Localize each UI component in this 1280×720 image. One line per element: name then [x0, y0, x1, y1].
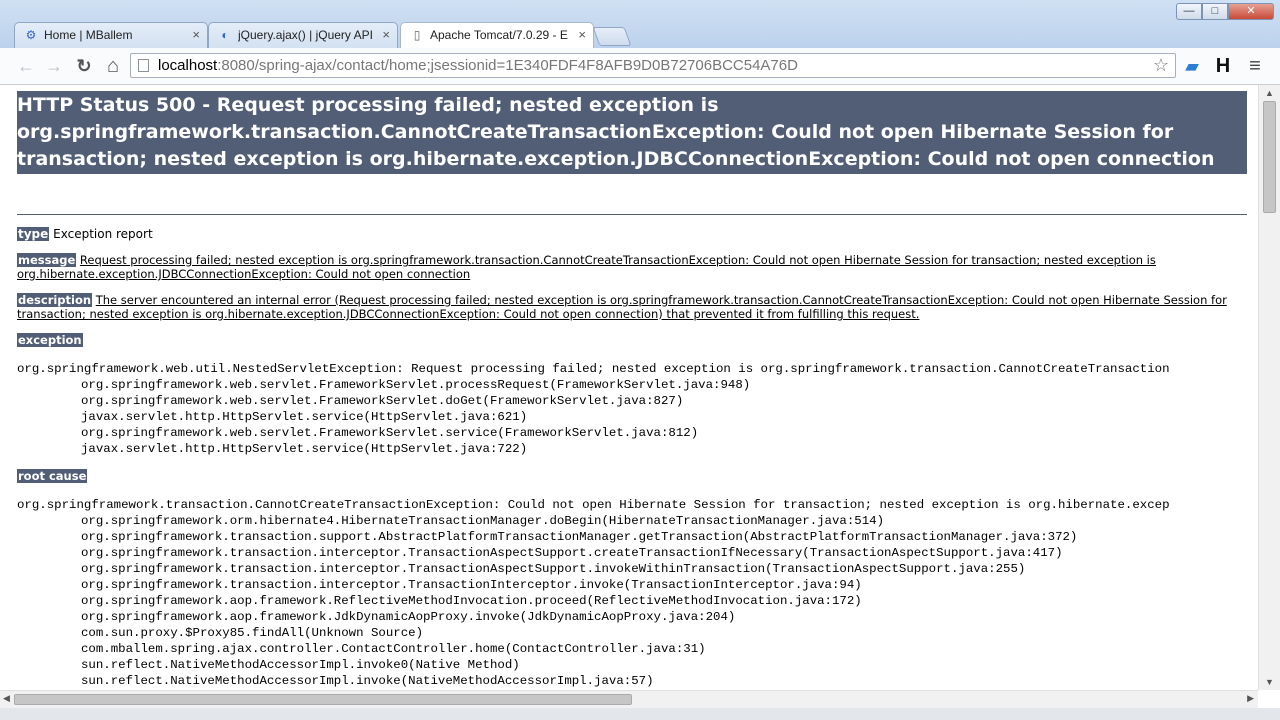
page-icon [138, 59, 149, 72]
back-button[interactable]: ← [14, 55, 38, 77]
close-tab-icon[interactable]: × [192, 22, 200, 48]
trace-line: org.springframework.web.util.NestedServl… [17, 362, 1170, 376]
trace-line: org.springframework.web.servlet.Framewor… [81, 378, 751, 392]
tab-label: Apache Tomcat/7.0.29 - E [430, 28, 568, 42]
vertical-scrollbar[interactable]: ▲ ▼ [1258, 85, 1280, 690]
divider [17, 214, 1247, 215]
description-value: The server encountered an internal error… [17, 293, 1227, 321]
trace-line: org.springframework.transaction.intercep… [81, 578, 862, 592]
jquery-icon: ◐ [221, 28, 229, 42]
bookmark-star-icon[interactable]: ☆ [1153, 54, 1169, 77]
trace-line: org.springframework.transaction.CannotCr… [17, 498, 1170, 512]
close-tab-icon[interactable]: × [382, 22, 390, 48]
tab-home-mballem[interactable]: ⚙ Home | MBallem × [14, 22, 208, 48]
trace-line: sun.reflect.NativeMethodAccessorImpl.inv… [81, 674, 654, 688]
tab-label: jQuery.ajax() | jQuery API [238, 28, 373, 42]
root-cause-heading: root cause [17, 469, 88, 483]
horizontal-scrollbar[interactable]: ◀ ▶ [0, 690, 1258, 708]
trace-line: org.springframework.transaction.support.… [81, 530, 1078, 544]
scroll-left-arrow-icon[interactable]: ◀ [3, 693, 10, 704]
exception-trace: org.springframework.web.util.NestedServl… [17, 361, 1170, 457]
page-content: HTTP Status 500 - Request processing fai… [0, 85, 1258, 690]
trace-line: org.springframework.aop.framework.Reflec… [81, 594, 862, 608]
browser-titlebar: ⚙ Home | MBallem × ◐ jQuery.ajax() | jQu… [0, 0, 1280, 48]
forward-button[interactable]: → [42, 55, 66, 77]
minimize-button[interactable]: — [1176, 3, 1202, 20]
scroll-up-arrow-icon[interactable]: ▲ [1265, 88, 1274, 98]
reload-button[interactable]: ↻ [72, 55, 96, 77]
trace-line: org.springframework.aop.framework.JdkDyn… [81, 610, 736, 624]
type-row: type Exception report [17, 227, 1247, 241]
close-tab-icon[interactable]: × [578, 22, 586, 48]
description-row: description The server encountered an in… [17, 293, 1247, 321]
page-title: HTTP Status 500 - Request processing fai… [17, 91, 1247, 174]
tab-jquery-ajax[interactable]: ◐ jQuery.ajax() | jQuery API × [208, 22, 398, 48]
tab-label: Home | MBallem [44, 28, 133, 42]
message-value: Request processing failed; nested except… [17, 253, 1156, 281]
trace-line: javax.servlet.http.HttpServlet.service(H… [81, 410, 528, 424]
trace-line: org.springframework.web.servlet.Framewor… [81, 394, 684, 408]
horizontal-scroll-thumb[interactable] [14, 694, 632, 705]
new-tab-button[interactable] [592, 27, 632, 46]
trace-line: org.springframework.web.servlet.Framewor… [81, 426, 699, 440]
trace-line: org.springframework.transaction.intercep… [81, 546, 1063, 560]
message-label: message [17, 253, 77, 267]
trace-line: com.sun.proxy.$Proxy85.findAll(Unknown S… [81, 626, 424, 640]
extension-icon[interactable]: ▰ [1180, 54, 1204, 78]
type-label: type [17, 227, 50, 241]
type-value: Exception report [53, 227, 153, 241]
h-extension-icon[interactable]: H [1211, 54, 1235, 78]
page-icon: ▯ [413, 28, 421, 42]
scroll-down-arrow-icon[interactable]: ▼ [1265, 677, 1274, 687]
menu-icon[interactable]: ≡ [1243, 54, 1267, 78]
trace-line: javax.servlet.http.HttpServlet.service(H… [81, 442, 528, 456]
trace-line: sun.reflect.NativeMethodAccessorImpl.inv… [81, 658, 520, 672]
home-button[interactable]: ⌂ [101, 55, 125, 77]
root-cause-trace: org.springframework.transaction.CannotCr… [17, 497, 1170, 689]
message-row: message Request processing failed; neste… [17, 253, 1247, 281]
trace-line: org.springframework.orm.hibernate4.Hiber… [81, 514, 885, 528]
address-bar[interactable]: localhost:8080/spring-ajax/contact/home;… [130, 53, 1176, 78]
trace-line: org.springframework.transaction.intercep… [81, 562, 1026, 576]
trace-line: com.mballem.spring.ajax.controller.Conta… [81, 642, 706, 656]
gear-icon: ⚙ [25, 28, 37, 42]
description-label: description [17, 293, 93, 307]
scroll-right-arrow-icon[interactable]: ▶ [1247, 693, 1254, 704]
close-window-button[interactable]: ✕ [1228, 3, 1274, 20]
maximize-button[interactable]: □ [1202, 3, 1228, 20]
vertical-scroll-thumb[interactable] [1263, 101, 1276, 213]
address-url[interactable]: localhost:8080/spring-ajax/contact/home;… [158, 54, 798, 77]
browser-toolbar: ← → ↻ ⌂ localhost:8080/spring-ajax/conta… [0, 48, 1280, 85]
tab-apache-tomcat[interactable]: ▯ Apache Tomcat/7.0.29 - E × [400, 22, 594, 48]
exception-heading: exception [17, 333, 83, 347]
window-bottom-frame [0, 708, 1280, 720]
